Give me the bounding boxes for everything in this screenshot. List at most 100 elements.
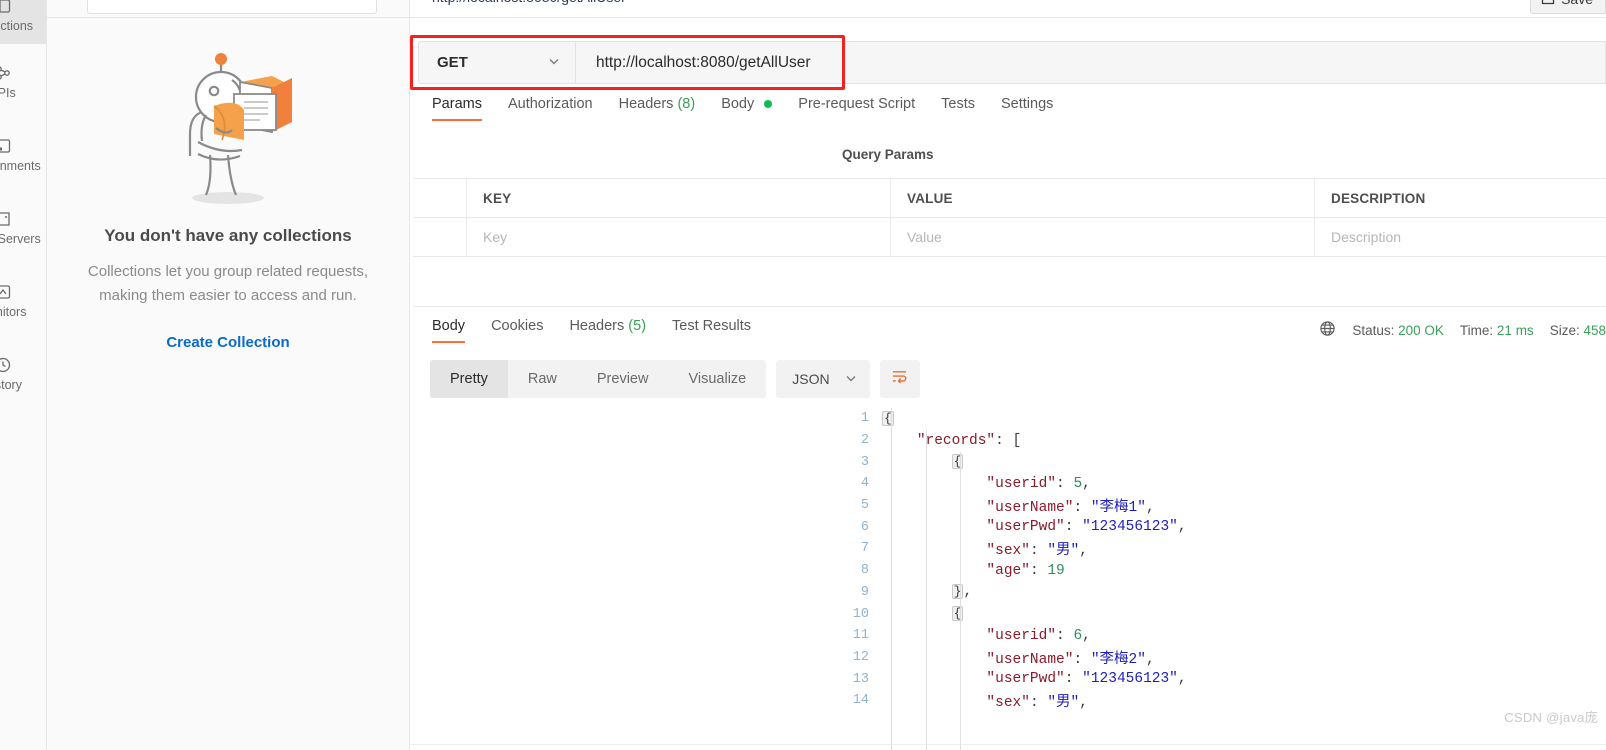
response-tab-headers-count: (5): [628, 318, 647, 334]
json-line-code: "userPwd": "123456123",: [986, 519, 1187, 536]
word-wrap-icon: [891, 368, 908, 390]
json-line-number: 1: [860, 411, 869, 427]
header-value: VALUE: [891, 179, 1315, 217]
query-params-heading: Query Params: [842, 147, 934, 162]
sidebar-search-input[interactable]: [87, 0, 377, 14]
json-line-code: {: [882, 410, 894, 426]
tab-params-label: Params: [432, 96, 482, 112]
empty-state-title: You don't have any collections: [104, 226, 352, 245]
json-line: 9 },: [830, 582, 1606, 604]
header-checkbox-cell: [413, 179, 467, 217]
active-request-tab-title[interactable]: http://localhost:8080/getAllUser: [432, 0, 626, 5]
collections-icon: [0, 0, 12, 15]
view-mode-visualize[interactable]: Visualize: [668, 360, 766, 398]
rail-item-monitors[interactable]: Monitors: [0, 272, 46, 330]
request-url-input[interactable]: http://localhost:8080/getAllUser: [576, 41, 1606, 84]
response-tab-test-results[interactable]: Test Results: [672, 318, 751, 343]
json-line-number: 9: [860, 584, 869, 600]
size-label: Size:: [1549, 322, 1580, 338]
response-divider: [413, 306, 1606, 307]
empty-collections-illustration: [188, 53, 292, 204]
save-button[interactable]: Save: [1530, 0, 1606, 14]
response-tab-cookies[interactable]: Cookies: [491, 318, 543, 343]
rail-item-history[interactable]: History: [0, 345, 46, 403]
tab-tests[interactable]: Tests: [941, 96, 975, 121]
header-key: KEY: [467, 179, 891, 217]
watermark: CSDN @java庞: [1504, 710, 1598, 725]
rail-item-mock-servers[interactable]: Mock Servers: [0, 199, 46, 257]
tab-headers[interactable]: Headers (8): [619, 96, 696, 121]
json-line-number: 14: [852, 693, 869, 709]
response-language-select[interactable]: JSON: [776, 360, 870, 398]
json-line: 1{: [830, 408, 1606, 430]
tab-tests-label: Tests: [941, 96, 975, 112]
response-tab-body[interactable]: Body: [432, 318, 466, 343]
response-meta: Status: 200 OK Time: 21 ms Size: 458: [1319, 320, 1606, 340]
json-indent-guide: [925, 430, 927, 750]
http-method-value: GET: [437, 54, 468, 71]
create-collection-link[interactable]: Create Collection: [166, 334, 289, 351]
history-icon: [0, 356, 12, 374]
json-line-number: 13: [852, 671, 869, 687]
rail-item-apis[interactable]: APIs: [0, 53, 46, 111]
json-line-number: 7: [860, 541, 869, 557]
json-line-number: 2: [860, 433, 869, 449]
json-line-number: 10: [852, 606, 869, 622]
status-label-group: Status: 200 OK: [1352, 323, 1444, 338]
row-description-input[interactable]: Description: [1315, 218, 1606, 256]
json-line-number: 5: [860, 498, 869, 514]
time-value: 21 ms: [1496, 322, 1534, 338]
json-line-code: {: [951, 606, 964, 622]
json-line-number: 3: [860, 454, 869, 470]
status-value: 200 OK: [1398, 322, 1444, 338]
rail-item-collections[interactable]: Collections: [0, 0, 46, 44]
json-line-code: "userName": "李梅2",: [986, 651, 1155, 668]
tab-settings[interactable]: Settings: [1001, 96, 1053, 121]
json-line-code: "records": [: [916, 432, 1022, 449]
view-mode-raw[interactable]: Raw: [508, 360, 577, 398]
tab-pre-request-script[interactable]: Pre-request Script: [798, 96, 915, 121]
response-tab-headers[interactable]: Headers (5): [569, 318, 646, 343]
json-line-code: "userPwd": "123456123",: [986, 671, 1187, 688]
header-description: DESCRIPTION: [1331, 190, 1426, 206]
response-language-value: JSON: [792, 371, 830, 387]
json-line: 8 "age": 19: [830, 560, 1606, 582]
rail-item-environments[interactable]: Environments: [0, 126, 46, 184]
json-line: 10 {: [830, 603, 1606, 625]
word-wrap-button[interactable]: [879, 360, 920, 398]
row-checkbox-cell[interactable]: [413, 218, 467, 256]
json-line: 6 "userPwd": "123456123",: [830, 516, 1606, 538]
request-tabstrip: http://localhost:8080/getAllUser Save: [410, 0, 1606, 18]
status-label: Status:: [1352, 322, 1395, 338]
json-line: 2 "records": [: [830, 430, 1606, 452]
view-mode-preview[interactable]: Preview: [577, 360, 669, 398]
response-tab-body-label: Body: [432, 318, 466, 334]
table-row[interactable]: Key Value Description: [413, 218, 1606, 257]
tab-params[interactable]: Params: [432, 96, 482, 121]
http-method-select[interactable]: GET: [418, 41, 576, 84]
globe-icon[interactable]: [1319, 320, 1336, 340]
tab-pre-request-script-label: Pre-request Script: [798, 96, 916, 112]
rail-label-monitors: Monitors: [0, 305, 27, 319]
tab-authorization[interactable]: Authorization: [508, 96, 593, 121]
json-line: 7 "sex": "男",: [830, 538, 1606, 560]
rail-label-environments: Environments: [0, 159, 41, 173]
json-line-code: "sex": "男",: [986, 543, 1088, 560]
json-line-number: 4: [860, 476, 869, 492]
response-body-json[interactable]: 1{2 "records": [3 {4 "userid": 5, 5 "user…: [830, 408, 1606, 750]
response-view-toolbar: Pretty Raw Preview Visualize JSON: [430, 360, 920, 398]
tab-body[interactable]: Body: [721, 96, 773, 121]
row-value-input[interactable]: Value: [891, 218, 1315, 256]
json-line-code: "userName": "李梅1",: [986, 500, 1155, 517]
collections-empty-state: You don't have any collections Collectio…: [47, 50, 409, 351]
environments-icon: [0, 137, 12, 155]
rail-label-mock-servers: Mock Servers: [0, 232, 41, 246]
response-view-mode-group: Pretty Raw Preview Visualize: [430, 360, 767, 398]
response-tabs: Body Cookies Headers (5) Test Results: [432, 318, 751, 343]
request-tabs: Params Authorization Headers (8) Body Pr…: [432, 96, 1053, 121]
json-indent-guide: [960, 452, 962, 750]
row-key-input[interactable]: Key: [467, 218, 891, 256]
save-button-label: Save: [1561, 0, 1593, 7]
view-mode-pretty[interactable]: Pretty: [430, 360, 508, 398]
tab-headers-count: (8): [677, 96, 696, 112]
